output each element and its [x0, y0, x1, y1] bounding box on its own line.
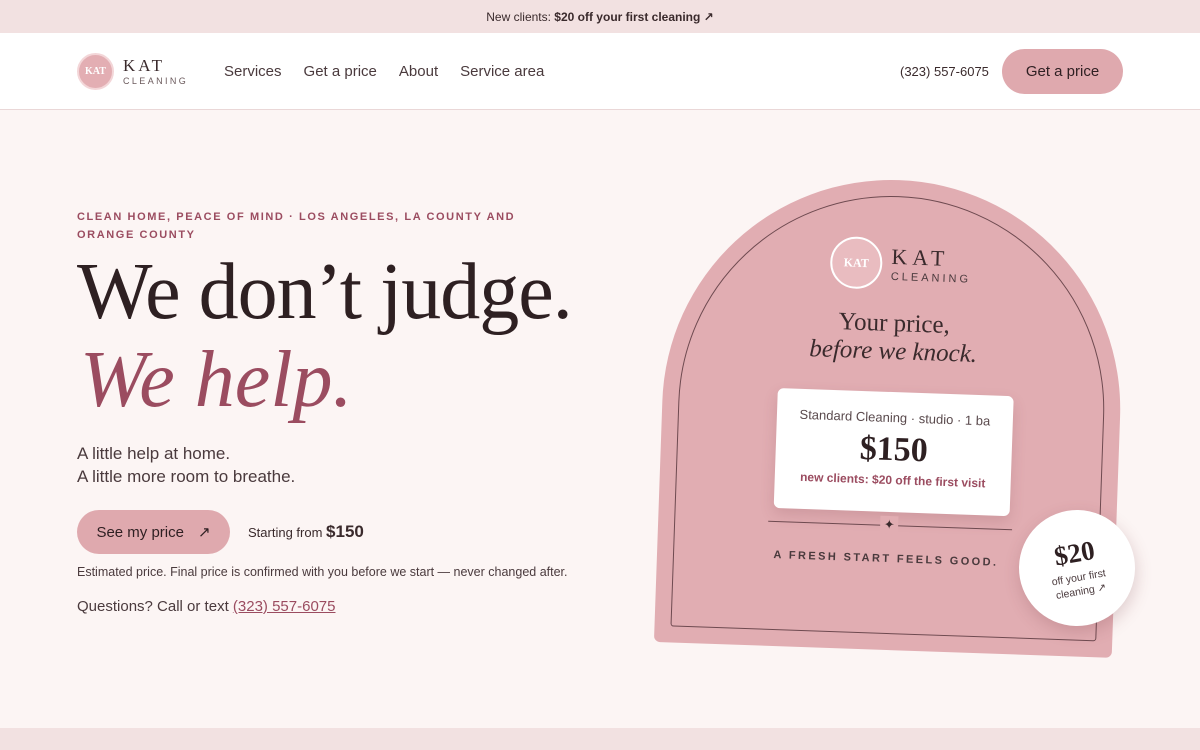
hero-tagline: A little help at home. A little more roo… [77, 442, 295, 488]
starting-amount: $150 [326, 522, 364, 541]
logo-name: KAT [123, 55, 166, 75]
card-logo-subtitle: CLEANING [890, 270, 972, 286]
logo[interactable]: KAT KAT CLEANING [77, 52, 188, 90]
card-logo-name: KAT [891, 243, 950, 271]
price-value: $150 [859, 429, 929, 470]
announcement-bar: New clients: $20 off your first cleaning… [0, 0, 1200, 33]
site-header: KAT KAT CLEANING Services Get a price Ab… [0, 33, 1200, 110]
questions-label: Questions? Call or text [77, 598, 233, 615]
nav-get-a-price[interactable]: Get a price [304, 63, 377, 80]
see-my-price-button[interactable]: See my price ↗ [77, 510, 230, 554]
hero-phone-link[interactable]: (323) 557-6075 [233, 598, 336, 615]
starting-price: Starting from $150 [248, 522, 364, 542]
questions-line: Questions? Call or text (323) 557-6075 [77, 598, 335, 615]
tagline-line-1: A little help at home. [77, 444, 231, 463]
card-title-line-1: Your price, [838, 308, 951, 339]
starting-label: Starting from [248, 525, 327, 540]
nav-about[interactable]: About [399, 63, 438, 80]
sparkle-icon: ✦ [879, 515, 899, 535]
nav-service-area[interactable]: Service area [460, 63, 544, 80]
main-nav: Services Get a price About Service area [224, 33, 544, 110]
logo-mark-icon: KAT [77, 52, 114, 90]
tagline-line-2: A little more room to breathe. [77, 467, 296, 486]
hero-eyebrow: Clean home, peace of mind · Los Angeles,… [77, 211, 516, 241]
announcement-offer-link[interactable]: $20 off your first cleaning ↗ [554, 10, 713, 24]
logo-subtitle: CLEANING [123, 75, 189, 86]
header-phone-link[interactable]: (323) 557-6075 [900, 33, 989, 110]
arrow-up-right-icon: ↗ [197, 524, 211, 541]
hero-headline-italic: We help. [80, 336, 353, 424]
nav-services[interactable]: Services [224, 63, 282, 80]
hero-cta-row: See my price ↗ Starting from $150 [77, 510, 364, 554]
price-label: Standard Cleaning · studio · 1 ba [799, 406, 991, 429]
price-note: Estimated price. Final price is confirme… [77, 565, 568, 579]
announcement-prefix: New clients: [486, 9, 551, 24]
price-box: Standard Cleaning · studio · 1 ba $150 n… [773, 388, 1014, 517]
price-promo: new clients: $20 off the first visit [799, 469, 986, 491]
header-get-price-button[interactable]: Get a price [1002, 49, 1123, 94]
see-my-price-label: See my price [96, 523, 184, 541]
card-logo-mark-icon: KAT [829, 235, 884, 290]
card-logo: KAT KAT CLEANING [829, 235, 972, 293]
hero-headline: We don’t judge. [77, 248, 573, 336]
bottom-band [0, 728, 1200, 750]
coupon-text: off your first cleaning ↗ [1050, 566, 1108, 602]
coupon-amount: $20 [1051, 534, 1097, 572]
